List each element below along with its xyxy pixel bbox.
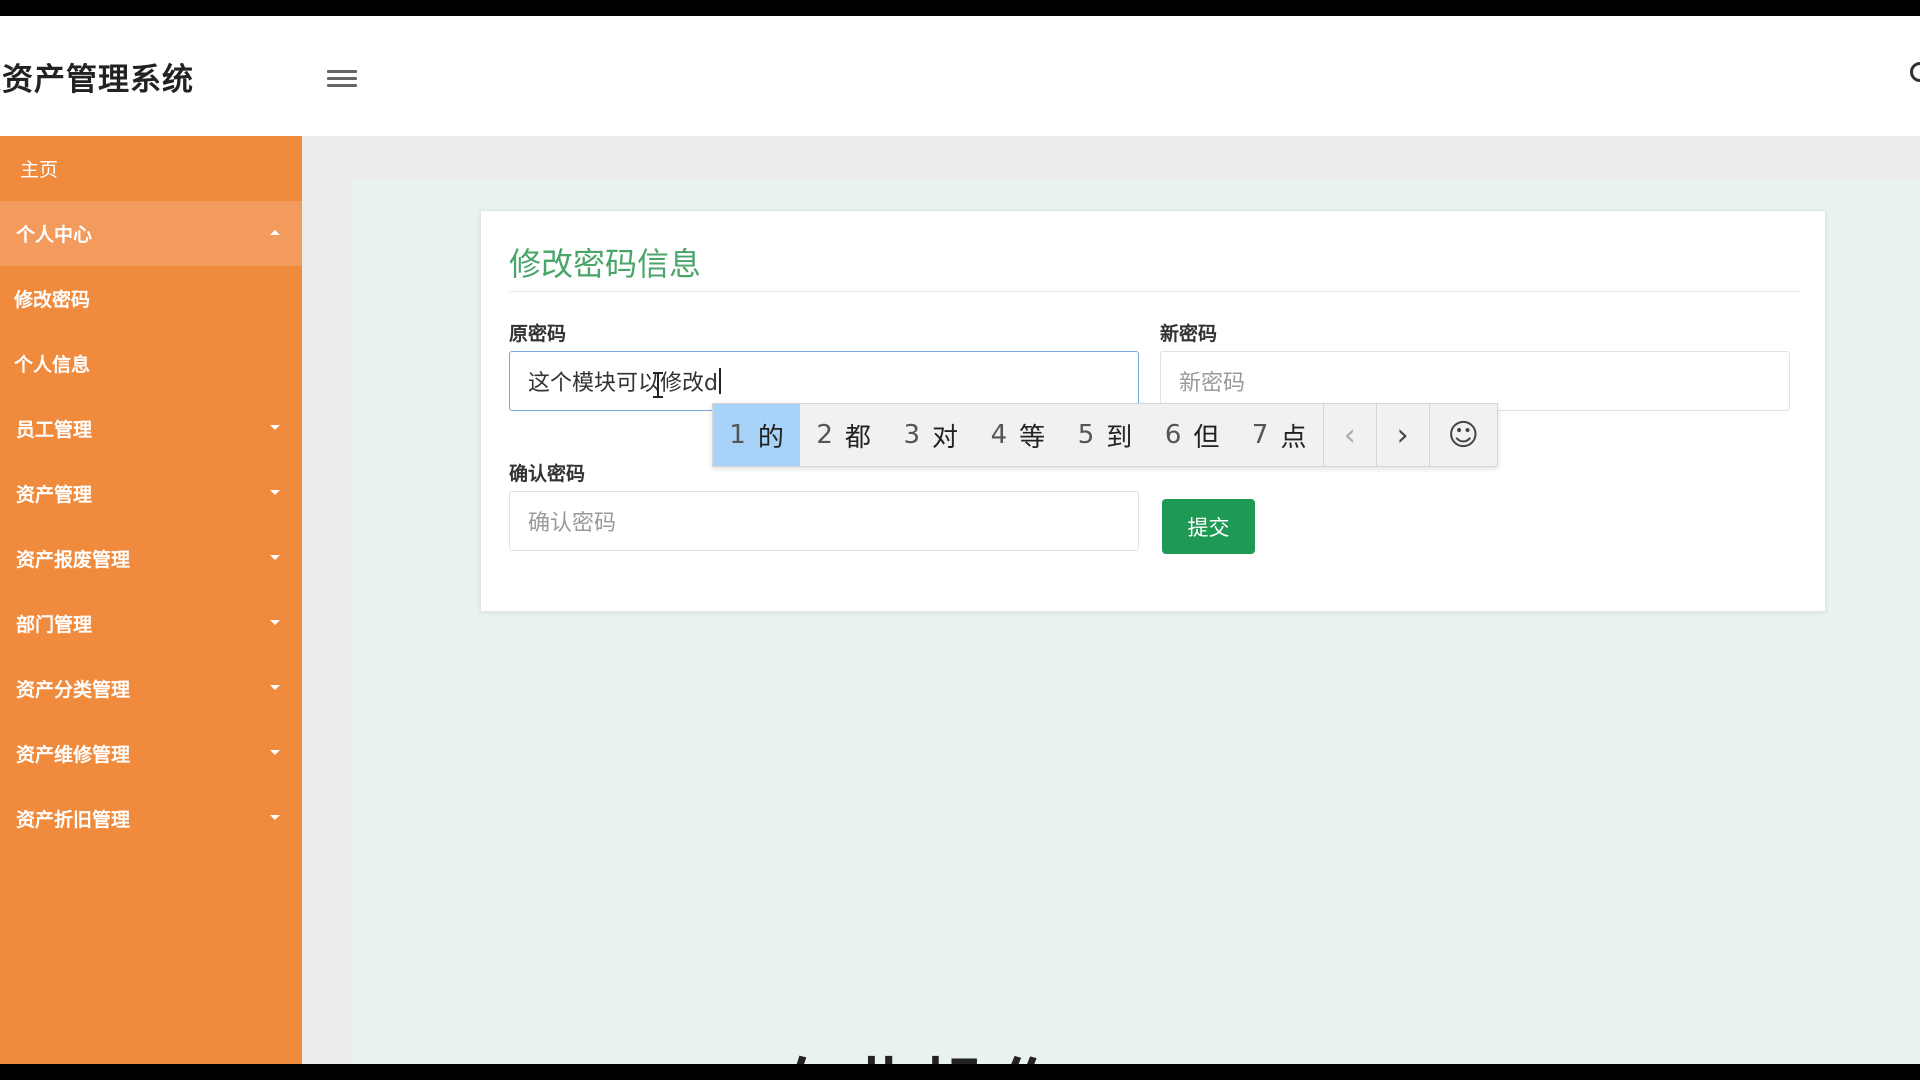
sidebar-item-asset-repair-management[interactable]: 资产维修管理 <box>0 721 302 786</box>
ime-candidate-char: 到 <box>1106 422 1133 453</box>
ime-candidate-number: 7 <box>1251 420 1269 450</box>
sidebar-item-asset-scrap-management[interactable]: 资产报废管理 <box>0 526 302 591</box>
sidebar-item-label: 修改密码 <box>14 289 91 311</box>
sidebar-item-home[interactable]: 主页 <box>0 136 302 201</box>
sidebar-item-department-management[interactable]: 部门管理 <box>0 591 302 656</box>
sidebar-item-asset-management[interactable]: 资产管理 <box>0 461 302 526</box>
sidebar-item-label: 资产维修管理 <box>16 744 131 766</box>
sidebar-item-label: 部门管理 <box>16 614 93 636</box>
ime-candidate-number: 2 <box>816 420 833 450</box>
submit-button[interactable]: 提交 <box>1162 499 1255 554</box>
ime-candidate-number: 5 <box>1077 420 1095 450</box>
ime-candidate-char: 等 <box>1019 422 1046 453</box>
chevron-down-icon <box>270 555 280 560</box>
sidebar-item-employee-management[interactable]: 员工管理 <box>0 396 302 461</box>
chevron-down-icon <box>270 750 280 755</box>
text-cursor-icon <box>653 372 663 398</box>
ime-candidate-char: 都 <box>844 422 871 453</box>
new-password-placeholder: 新密码 <box>1179 371 1246 396</box>
ime-candidate-char: 但 <box>1193 422 1220 453</box>
menu-toggle-icon[interactable] <box>327 66 357 96</box>
ime-candidate[interactable]: 1的 <box>713 404 801 466</box>
old-password-label: 原密码 <box>509 323 567 345</box>
ime-candidate[interactable]: 2都 <box>800 404 887 466</box>
ime-candidate-char: 的 <box>757 422 784 453</box>
new-password-label: 新密码 <box>1160 323 1218 345</box>
sidebar-item-personal-center[interactable]: 个人中心 <box>0 201 302 266</box>
chevron-down-icon <box>270 685 280 690</box>
ime-candidate-number: 6 <box>1164 420 1182 450</box>
ime-candidate[interactable]: 5到 <box>1061 404 1148 466</box>
chevron-left-icon[interactable]: ‹ <box>1322 404 1376 466</box>
emoji-icon[interactable]: ☺ <box>1428 404 1498 466</box>
ime-candidate-number: 3 <box>903 420 921 450</box>
chevron-down-icon <box>270 815 280 820</box>
user-avatar-icon[interactable] <box>1910 62 1920 82</box>
sidebar-item-personal-info[interactable]: 个人信息 <box>0 331 302 396</box>
ime-candidate-number: 4 <box>990 420 1008 450</box>
sidebar-item-change-password[interactable]: 修改密码 <box>0 266 302 331</box>
sidebar-item-label: 资产管理 <box>16 484 93 506</box>
sidebar-item-label: 主页 <box>20 159 59 181</box>
chevron-down-icon <box>270 620 280 625</box>
chevron-down-icon <box>270 425 280 430</box>
ime-candidate-char: 点 <box>1280 422 1307 453</box>
sidebar-item-asset-category-management[interactable]: 资产分类管理 <box>0 656 302 721</box>
ime-candidate-number: 1 <box>729 420 746 450</box>
sidebar-item-label: 资产分类管理 <box>16 679 131 701</box>
ime-candidate[interactable]: 4等 <box>974 404 1061 466</box>
sidebar-item-label: 个人中心 <box>16 224 93 246</box>
top-header: 定资产管理系统 <box>0 16 1920 136</box>
sidebar-item-label: 个人信息 <box>14 354 91 376</box>
form-title: 修改密码信息 <box>509 245 702 283</box>
video-subtitle: 在此操作 <box>775 1038 1071 1064</box>
old-password-input[interactable]: 这个模块可以修改d <box>509 351 1139 411</box>
sidebar-item-label: 员工管理 <box>16 419 93 441</box>
ime-candidate[interactable]: 6但 <box>1149 404 1236 466</box>
sidebar-item-label: 资产折旧管理 <box>16 809 131 831</box>
ime-candidate[interactable]: 7点 <box>1236 404 1323 466</box>
sidebar: 主页 个人中心 修改密码 个人信息 员工管理 资产管理 资产报废管理 部门管理 <box>0 136 302 1064</box>
ime-candidate[interactable]: 3对 <box>887 404 974 466</box>
sidebar-item-label: 资产报废管理 <box>16 549 131 571</box>
divider <box>509 291 1799 292</box>
app-title: 定资产管理系统 <box>0 62 194 98</box>
ime-candidate-char: 对 <box>932 422 959 453</box>
chevron-right-icon[interactable]: › <box>1375 404 1429 466</box>
old-password-value: 这个模块可以修改d <box>528 371 718 396</box>
ime-candidate-bar: 1的 2都 3对 4等 5到 6但 7点 ‹ › ☺ <box>712 403 1498 467</box>
confirm-password-label: 确认密码 <box>509 463 586 485</box>
chevron-down-icon <box>270 490 280 495</box>
chevron-up-icon <box>270 230 280 235</box>
confirm-password-placeholder: 确认密码 <box>528 511 617 536</box>
sidebar-item-asset-depreciation-management[interactable]: 资产折旧管理 <box>0 786 302 851</box>
text-cursor <box>718 368 721 394</box>
new-password-input[interactable]: 新密码 <box>1160 351 1790 411</box>
confirm-password-input[interactable]: 确认密码 <box>509 491 1139 551</box>
app-screen: 定资产管理系统 主页 个人中心 修改密码 个人信息 员工管理 资产管理 资产报废… <box>0 16 1920 1064</box>
